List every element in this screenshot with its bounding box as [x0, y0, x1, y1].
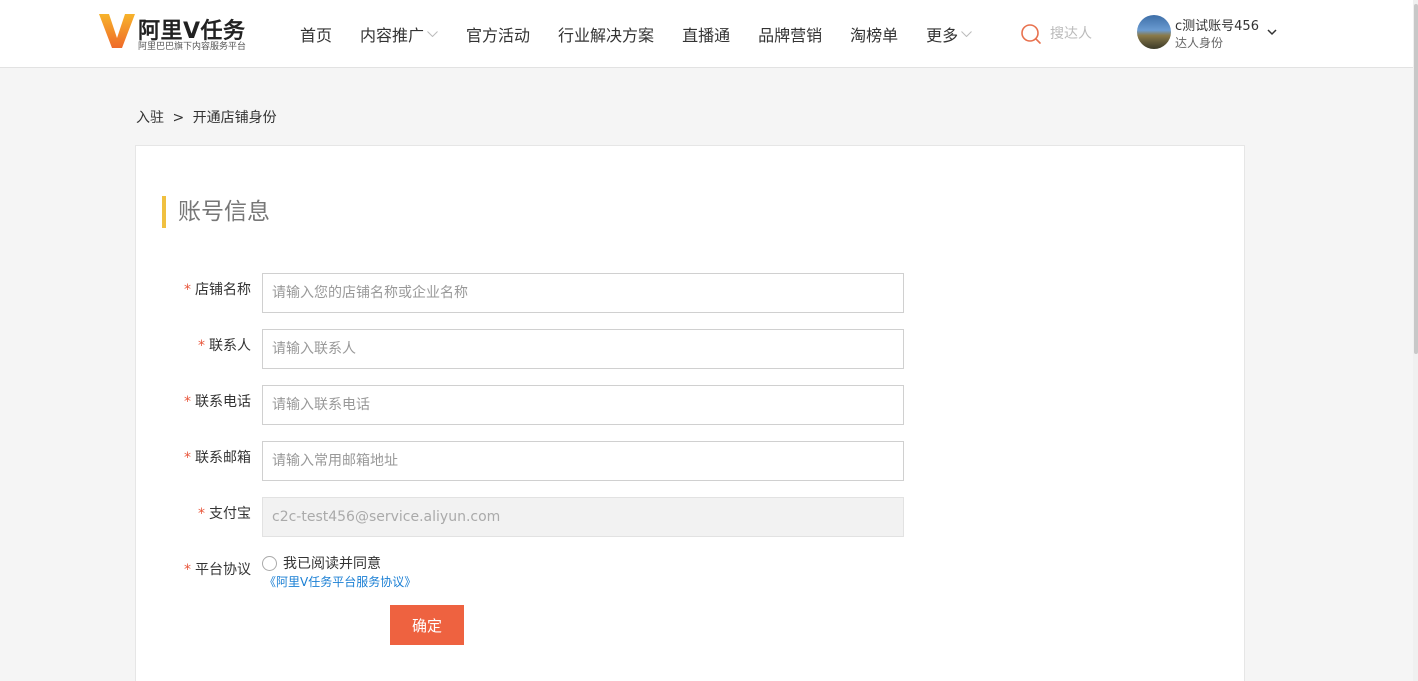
nav-item-official-events[interactable]: 官方活动	[466, 22, 530, 46]
agreement-text: 我已阅读并同意	[283, 556, 381, 572]
nav-item-label: 行业解决方案	[558, 26, 655, 45]
contact-label: * 联系人	[136, 335, 251, 355]
required-mark: *	[184, 282, 191, 298]
avatar[interactable]	[1137, 15, 1171, 49]
main-nav: 首页 内容推广 官方活动 行业解决方案 直播通 品牌营销 淘榜单 更多	[300, 0, 1000, 68]
logo-subtitle: 阿里巴巴旗下内容服务平台	[138, 42, 247, 52]
phone-label: * 联系电话	[136, 391, 251, 411]
chevron-down-icon	[961, 31, 972, 37]
search-input[interactable]	[1050, 26, 1130, 42]
submit-button[interactable]: 确定	[390, 605, 464, 645]
email-input[interactable]	[262, 441, 904, 481]
nav-item-label: 更多	[926, 26, 959, 45]
nav-item-industry-solutions[interactable]: 行业解决方案	[558, 22, 654, 46]
agreement-label: * 平台协议	[136, 559, 251, 579]
nav-item-brand-marketing[interactable]: 品牌营销	[758, 22, 822, 46]
required-mark: *	[198, 506, 205, 522]
nav-item-label: 直播通	[682, 26, 731, 45]
phone-input[interactable]	[262, 385, 904, 425]
label-text: 支付宝	[209, 506, 251, 522]
label-text: 店铺名称	[195, 282, 251, 298]
nav-item-label: 品牌营销	[758, 26, 823, 45]
alipay-input	[262, 497, 904, 537]
nav-item-label: 官方活动	[466, 26, 531, 45]
user-menu[interactable]: c测试账号456 达人身份	[1137, 15, 1287, 51]
user-name: c测试账号456	[1175, 19, 1259, 34]
label-text: 联系邮箱	[195, 450, 251, 466]
required-mark: *	[184, 450, 191, 466]
agreement-radio[interactable]	[262, 555, 277, 571]
nav-item-rankings[interactable]: 淘榜单	[850, 22, 898, 46]
nav-item-label: 淘榜单	[850, 26, 899, 45]
logo-v-icon	[99, 14, 135, 48]
breadcrumb: 入驻 > 开通店铺身份	[136, 107, 277, 127]
nav-item-content-promotion[interactable]: 内容推广	[360, 22, 438, 46]
nav-item-label: 内容推广	[360, 26, 425, 45]
search-icon[interactable]	[1020, 23, 1042, 45]
breadcrumb-separator: >	[172, 110, 185, 126]
search-box	[1020, 20, 1130, 48]
nav-item-label: 首页	[300, 26, 333, 45]
label-text: 联系电话	[195, 394, 251, 410]
nav-item-home[interactable]: 首页	[300, 22, 332, 46]
required-mark: *	[184, 394, 191, 410]
chevron-down-icon	[427, 31, 438, 37]
scrollbar-thumb[interactable]	[1414, 4, 1418, 354]
required-mark: *	[198, 338, 205, 354]
breadcrumb-parent[interactable]: 入驻	[136, 110, 164, 126]
page-scrollbar[interactable]	[1413, 0, 1418, 681]
chevron-down-icon[interactable]	[1267, 29, 1277, 36]
agreement-checkbox-row[interactable]: 我已阅读并同意	[262, 553, 381, 573]
form-card: 账号信息 *店铺名称 *联系人 *联系电话 *联系邮箱 *支付宝 *平台协议 我…	[135, 145, 1245, 681]
logo[interactable]: 阿里V任务 阿里巴巴旗下内容服务平台	[98, 12, 258, 54]
top-header: 阿里V任务 阿里巴巴旗下内容服务平台 首页 内容推广 官方活动 行业解决方案 直…	[0, 0, 1418, 68]
email-label: * 联系邮箱	[136, 447, 251, 467]
required-mark: *	[184, 562, 191, 578]
store-name-label: * 店铺名称	[136, 279, 251, 299]
breadcrumb-current: 开通店铺身份	[192, 110, 277, 126]
nav-item-more[interactable]: 更多	[926, 22, 972, 46]
agreement-link[interactable]: 《阿里V任务平台服务协议》	[264, 573, 416, 590]
label-text: 联系人	[209, 338, 251, 354]
user-role: 达人身份	[1175, 36, 1224, 50]
nav-item-live[interactable]: 直播通	[682, 22, 730, 46]
section-title: 账号信息	[162, 196, 270, 228]
store-name-input[interactable]	[262, 273, 904, 313]
alipay-label: * 支付宝	[136, 503, 251, 523]
label-text: 平台协议	[195, 562, 251, 578]
contact-input[interactable]	[262, 329, 904, 369]
